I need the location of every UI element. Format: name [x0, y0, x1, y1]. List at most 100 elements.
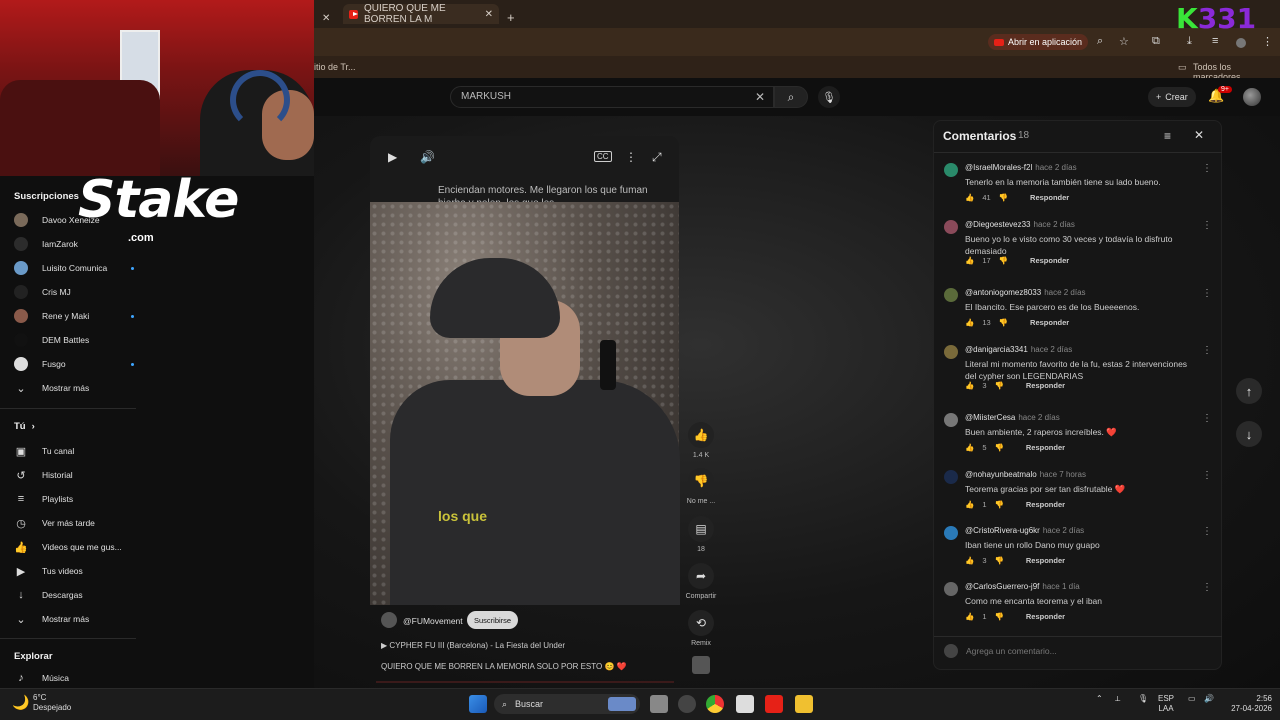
- language-indicator[interactable]: ESP LAA: [1158, 694, 1174, 714]
- thumbs-down-icon[interactable]: 👎: [995, 500, 1004, 509]
- next-short-button[interactable]: ↓: [1236, 421, 1262, 447]
- thumbs-up-icon[interactable]: 👍: [965, 381, 974, 390]
- app-icon[interactable]: [736, 695, 754, 713]
- comment-author[interactable]: @danigarcia3341 hace 2 días: [965, 345, 1072, 354]
- fullscreen-icon[interactable]: ⤢: [652, 150, 662, 165]
- thumbs-up-icon[interactable]: 👍: [965, 443, 974, 452]
- channel-avatar[interactable]: [381, 612, 397, 628]
- reply-button[interactable]: Responder: [1030, 256, 1069, 265]
- more-options-icon[interactable]: ⋮: [1202, 413, 1212, 424]
- reply-button[interactable]: Responder: [1026, 500, 1065, 509]
- sort-icon[interactable]: ≡: [1164, 129, 1171, 143]
- menu-kebab-icon[interactable]: ⋮: [1262, 35, 1273, 48]
- comment-author[interactable]: @nohayunbeatmalo hace 7 horas: [965, 470, 1086, 479]
- sidebar-item[interactable]: ▶ Tus videos: [14, 561, 134, 581]
- commenter-avatar[interactable]: [944, 163, 958, 177]
- previous-short-button[interactable]: ↑: [1236, 378, 1262, 404]
- wifi-icon[interactable]: ▭: [1188, 694, 1196, 704]
- thumbs-down-icon[interactable]: 👎: [999, 318, 1008, 327]
- subscribe-button[interactable]: Suscribirse: [467, 611, 519, 629]
- reply-button[interactable]: Responder: [1030, 318, 1069, 327]
- reply-button[interactable]: Responder: [1026, 556, 1065, 565]
- new-tab-icon[interactable]: +: [507, 7, 515, 27]
- reply-button[interactable]: Responder: [1026, 612, 1065, 621]
- sidebar-item[interactable]: ↓ Descargas: [14, 585, 134, 605]
- chevron-up-icon[interactable]: ⌃: [1096, 694, 1103, 704]
- clock[interactable]: 2:56 27-04-2026: [1226, 694, 1272, 714]
- thumbs-down-icon[interactable]: 👎: [995, 556, 1004, 565]
- you-section-title[interactable]: Tú ›: [14, 421, 35, 432]
- comment-author[interactable]: @antoniogomez8033 hace 2 días: [965, 288, 1086, 297]
- sidebar-item[interactable]: ▣ Tu canal: [14, 441, 134, 461]
- subscription-item[interactable]: Fusgo: [14, 354, 134, 374]
- media-icon[interactable]: ≡: [1212, 35, 1218, 47]
- commenter-avatar[interactable]: [944, 413, 958, 427]
- thumbs-up-icon[interactable]: 👍: [965, 500, 974, 509]
- comment-author[interactable]: @CarlosGuerrero-j9f hace 1 día: [965, 582, 1080, 591]
- more-options-icon[interactable]: ⋮: [1202, 345, 1212, 356]
- account-avatar[interactable]: [1243, 88, 1261, 106]
- play-icon[interactable]: ▶: [388, 150, 397, 164]
- task-view-icon[interactable]: [650, 695, 668, 713]
- comment-author[interactable]: @CristoRivera-ug6kr hace 2 días: [965, 526, 1084, 535]
- commenter-avatar[interactable]: [944, 526, 958, 540]
- microphone-icon[interactable]: 🎙: [1138, 694, 1148, 704]
- subscriptions-title[interactable]: Suscripciones: [14, 191, 79, 202]
- extensions-icon[interactable]: ⧉: [1152, 35, 1160, 48]
- profile-avatar[interactable]: [1236, 38, 1246, 48]
- close-comments-icon[interactable]: ✕: [1194, 128, 1204, 142]
- subscription-item[interactable]: Rene y Maki: [14, 306, 134, 326]
- commenter-avatar[interactable]: [944, 582, 958, 596]
- more-options-icon[interactable]: ⋮: [1202, 163, 1212, 174]
- search-input[interactable]: MARKUSH ✕: [450, 86, 774, 108]
- comment-author[interactable]: @IsraelMorales-f2l hace 2 días: [965, 163, 1077, 172]
- open-in-app-button[interactable]: Abrir en aplicación: [988, 34, 1089, 50]
- chrome-icon[interactable]: [706, 695, 724, 713]
- thumbs-down-icon[interactable]: 👎: [999, 256, 1008, 265]
- subscription-item[interactable]: Cris MJ: [14, 282, 134, 302]
- sidebar-item[interactable]: ◷ Ver más tarde: [14, 513, 134, 533]
- search-button[interactable]: ⌕: [774, 86, 808, 108]
- windows-start-icon[interactable]: [469, 695, 487, 713]
- comment-author[interactable]: @MiisterCesa hace 2 días: [965, 413, 1060, 422]
- comment-author[interactable]: @Diegoestevez33 hace 2 días: [965, 220, 1075, 229]
- show-more-subscriptions[interactable]: ⌄ Mostrar más: [14, 378, 134, 398]
- add-comment-field[interactable]: Agrega un comentario...: [944, 644, 1214, 658]
- playlist-link[interactable]: ▶ CYPHER FU III (Barcelona) - La Fiesta …: [381, 641, 565, 650]
- reply-button[interactable]: Responder: [1030, 193, 1069, 202]
- more-options-icon[interactable]: ⋮: [1202, 582, 1212, 593]
- more-options-icon[interactable]: ⋮: [625, 150, 637, 164]
- file-explorer-icon[interactable]: [795, 695, 813, 713]
- progress-bar[interactable]: [376, 681, 674, 683]
- sidebar-item[interactable]: ≡ Playlists: [14, 489, 134, 509]
- sidebar-item[interactable]: ⌄ Mostrar más: [14, 609, 134, 629]
- remix-button[interactable]: ⟲ Remix: [688, 610, 714, 647]
- more-options-icon[interactable]: ⋮: [1202, 288, 1212, 299]
- commenter-avatar[interactable]: [944, 345, 958, 359]
- captions-icon[interactable]: CC: [594, 151, 612, 162]
- reply-button[interactable]: Responder: [1026, 443, 1065, 452]
- subscription-item[interactable]: Luisito Comunica: [14, 258, 134, 278]
- channel-name[interactable]: @FUMovement: [403, 616, 463, 626]
- sidebar-item[interactable]: 👍 Videos que me gus...: [14, 537, 134, 557]
- thumbs-up-icon[interactable]: 👍: [965, 612, 974, 621]
- like-button[interactable]: 👍 1.4 K: [688, 422, 714, 459]
- thumbs-down-icon[interactable]: 👎: [995, 612, 1004, 621]
- thumbs-up-icon[interactable]: 👍: [965, 193, 974, 202]
- browser-tab-active[interactable]: QUIERO QUE ME BORREN LA M ✕: [343, 3, 499, 25]
- voice-search-button[interactable]: 🎙: [818, 86, 840, 108]
- subscription-item[interactable]: IamZarok: [14, 234, 134, 254]
- thumbs-up-icon[interactable]: 👍: [965, 256, 974, 265]
- sidebar-item[interactable]: ♪ Música: [14, 668, 134, 688]
- close-tab-icon[interactable]: ✕: [322, 8, 330, 28]
- commenter-avatar[interactable]: [944, 220, 958, 234]
- weather-widget[interactable]: 6°C Despejado: [33, 693, 71, 713]
- zoom-icon[interactable]: ⌕: [1097, 35, 1103, 48]
- comments-button[interactable]: ▤ 18: [688, 516, 714, 553]
- commenter-avatar[interactable]: [944, 288, 958, 302]
- commenter-avatar[interactable]: [944, 470, 958, 484]
- taskbar-search[interactable]: ⌕ Buscar: [494, 694, 640, 714]
- more-options-icon[interactable]: ⋮: [1202, 526, 1212, 537]
- volume-icon[interactable]: 🔊: [420, 150, 435, 164]
- weather-moon-icon[interactable]: 🌙: [12, 694, 29, 711]
